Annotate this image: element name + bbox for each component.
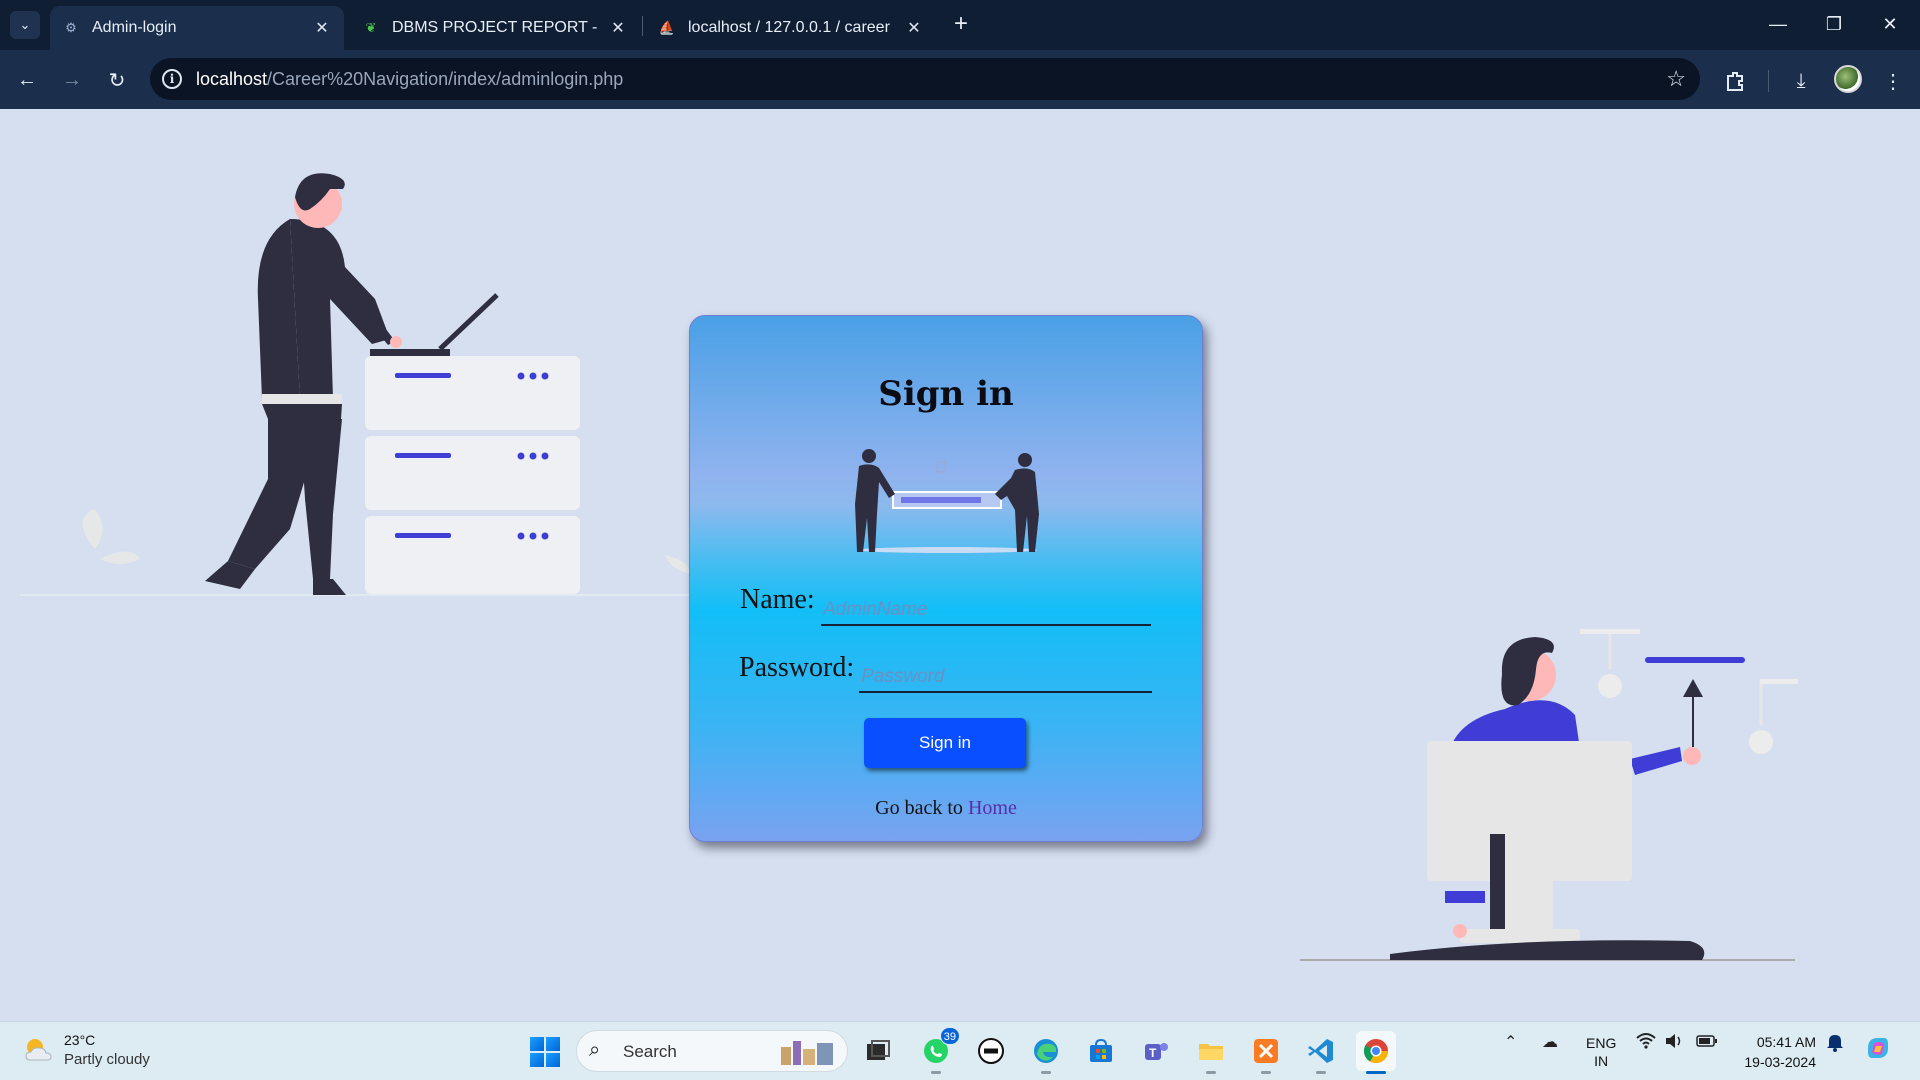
browser-toolbar: ← → ↻ i localhost/Career%20Navigation/in… [0,50,1920,109]
tab-title: DBMS PROJECT REPORT - Onlin [392,19,598,36]
running-indicator [1041,1071,1051,1074]
close-tab-icon[interactable]: ✕ [904,18,924,38]
battery-icon[interactable] [1696,1032,1718,1055]
partly-cloudy-icon[interactable] [22,1034,54,1066]
volume-icon[interactable] [1664,1032,1684,1055]
tab-dbms-report[interactable]: ❦ DBMS PROJECT REPORT - Onlin ✕ [350,6,640,50]
notification-bell-icon[interactable] [1826,1032,1844,1057]
clock-date: 19-03-2024 [1744,1054,1816,1070]
weather-description[interactable]: Partly cloudy [64,1051,150,1068]
forward-button[interactable]: → [57,65,87,95]
downloads-icon[interactable]: ⤓ [1784,64,1818,98]
password-input[interactable] [859,659,1152,693]
wifi-icon[interactable] [1636,1032,1656,1055]
gear-favicon-icon: ⚙ [65,20,77,35]
vscode-app[interactable] [1301,1031,1341,1074]
leaf-favicon-icon: ❦ [365,20,377,35]
language-code: ENG [1586,1035,1617,1051]
search-icon: ⌕ [589,1039,601,1061]
admin-name-input[interactable] [821,592,1151,626]
minimize-button[interactable]: — [1750,8,1806,40]
team-collaboration-image [855,449,1039,553]
running-indicator [1366,1071,1386,1074]
site-info-icon[interactable]: i [162,69,182,89]
signin-card: Sign in Name: Password: Sign in Go back … [689,315,1203,842]
teams-app[interactable]: T [1136,1031,1176,1071]
region-code: IN [1594,1053,1609,1069]
taskbar-search[interactable]: ⌕ Search [576,1030,848,1072]
tab-admin-login[interactable]: ⚙ Admin-login ✕ [50,6,344,50]
page-body: Sign in Name: Password: Sign in Go back … [0,109,1920,1021]
profile-avatar[interactable] [1834,65,1862,93]
menu-kebab-icon[interactable]: ⋮ [1876,64,1910,98]
running-indicator [931,1071,941,1074]
close-tab-icon[interactable]: ✕ [312,18,332,38]
dell-app[interactable] [971,1031,1011,1071]
new-tab-button[interactable]: + [948,12,974,38]
tab-title: localhost / 127.0.0.1 / career / jc [688,19,894,36]
weather-temperature[interactable]: 23°C [64,1032,95,1048]
windows-taskbar: 23°C Partly cloudy ⌕ Search 39 T ⌃ ☁ ENG… [0,1021,1920,1080]
chrome-app[interactable] [1356,1031,1396,1074]
running-indicator [1316,1071,1326,1074]
whatsapp-badge: 39 [939,1027,960,1045]
extensions-icon[interactable] [1718,64,1752,98]
microsoft-store-app[interactable] [1081,1031,1121,1071]
running-indicator [1261,1071,1271,1074]
go-back-text: Go back to Home [690,797,1202,820]
input-language[interactable]: ENG IN [1586,1034,1616,1070]
svg-text:T: T [1149,1046,1157,1060]
bookmark-star-icon[interactable]: ☆ [1666,66,1686,92]
signin-title: Sign in [878,374,1014,414]
tab-search-button[interactable]: ⌄ [10,11,40,39]
file-explorer-app[interactable] [1191,1031,1231,1074]
close-window-button[interactable]: ✕ [1862,8,1918,40]
running-indicator [1206,1071,1216,1074]
home-link[interactable]: Home [968,797,1017,819]
search-highlight-icon [781,1041,833,1065]
close-tab-icon[interactable]: ✕ [608,18,628,38]
system-clock[interactable]: 05:41 AM 19-03-2024 [1736,1032,1816,1072]
task-view-app[interactable] [858,1031,898,1071]
url-host: localhost [196,69,268,89]
onedrive-cloud-icon[interactable]: ☁ [1542,1032,1558,1052]
toolbar-divider [1768,70,1769,92]
name-label: Name: [740,584,815,615]
tab-divider [642,16,643,36]
go-back-label: Go back to [875,797,963,819]
server-man-illustration [20,173,690,596]
reload-button[interactable]: ↻ [102,65,132,95]
tab-phpmyadmin[interactable]: ⛵ localhost / 127.0.0.1 / career / jc ✕ [646,6,936,50]
clock-time: 05:41 AM [1756,1034,1816,1050]
url-text[interactable]: localhost/Career%20Navigation/index/admi… [196,69,623,90]
windows-start-button[interactable] [530,1037,560,1067]
sail-favicon-icon: ⛵ [658,20,676,35]
tab-title: Admin-login [92,19,177,36]
monitor-woman-illustration [1300,629,1798,961]
tab-strip: ⌄ ⚙ Admin-login ✕ ❦ DBMS PROJECT REPORT … [0,0,1920,50]
back-button[interactable]: ← [12,65,42,95]
url-path: /Career%20Navigation/index/adminlogin.ph… [267,69,624,89]
signin-button[interactable]: Sign in [864,718,1026,768]
xampp-app[interactable] [1246,1031,1286,1074]
search-label: Search [623,1042,677,1061]
whatsapp-app[interactable]: 39 [916,1027,960,1074]
address-bar[interactable]: i localhost/Career%20Navigation/index/ad… [150,58,1700,100]
edge-browser-app[interactable] [1026,1031,1066,1074]
show-hidden-icons-chevron[interactable]: ⌃ [1504,1032,1517,1052]
copilot-icon[interactable] [1864,1034,1892,1067]
password-label: Password: [739,652,855,683]
restore-button[interactable]: ❐ [1806,8,1862,40]
